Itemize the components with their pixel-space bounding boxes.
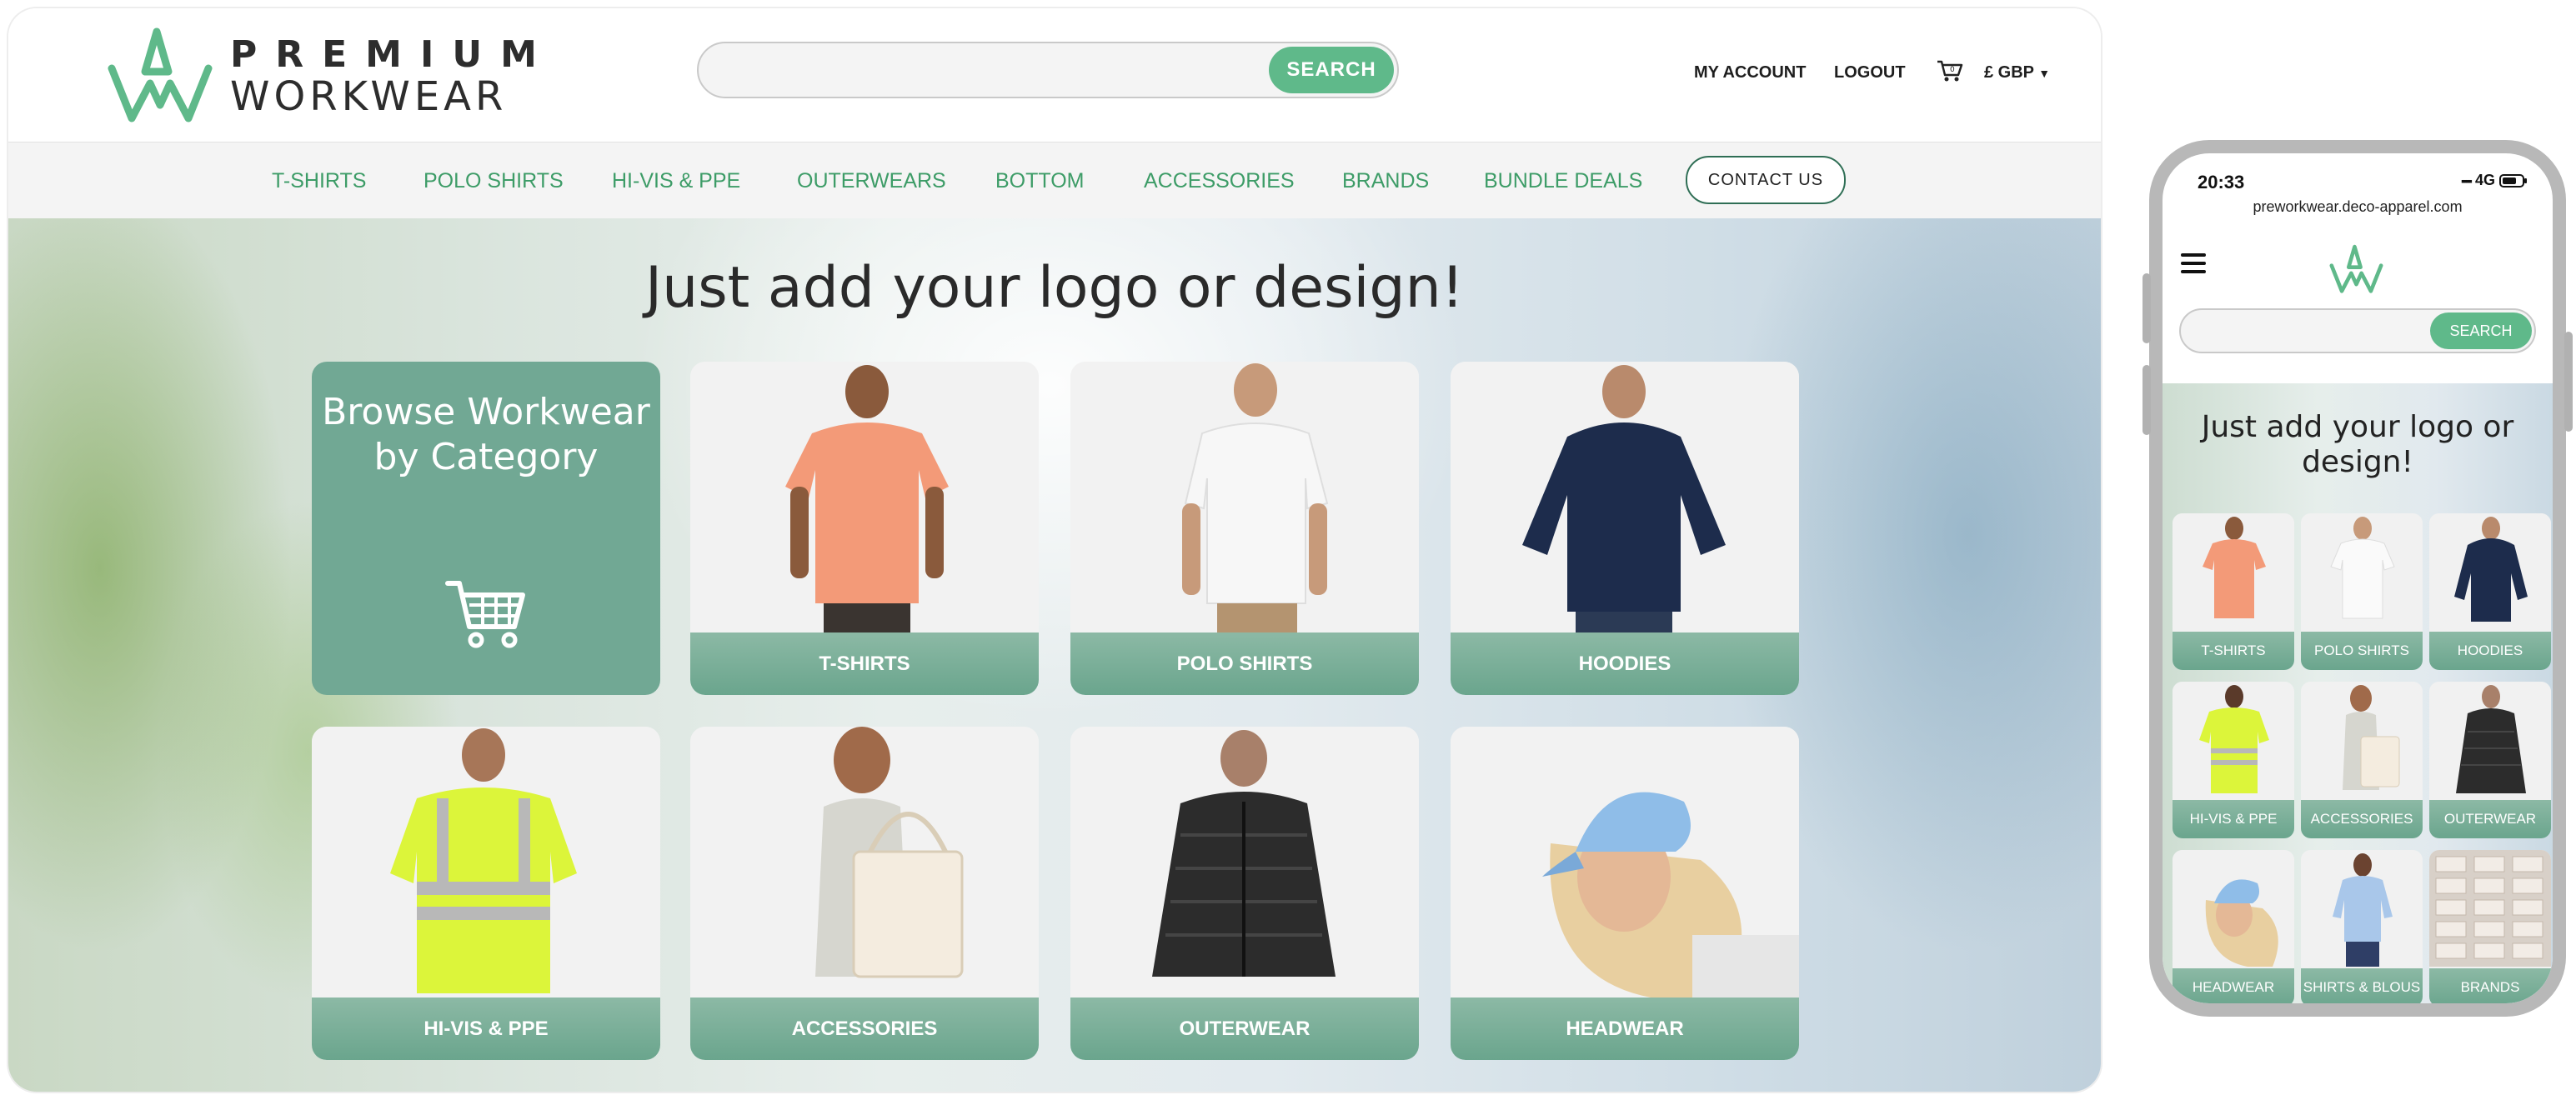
mobile-card-label: BRANDS bbox=[2429, 968, 2551, 1003]
site-logo[interactable]: PREMIUM WORKWEAR bbox=[107, 25, 537, 129]
t-shirt-model-image bbox=[690, 362, 1039, 632]
category-label: ACCESSORIES bbox=[690, 998, 1039, 1060]
hamburger-menu-icon[interactable] bbox=[2181, 252, 2209, 275]
status-time: 20:33 bbox=[2198, 172, 2245, 192]
mobile-logo-icon[interactable] bbox=[2328, 243, 2386, 297]
phone-side-button bbox=[2142, 273, 2151, 343]
brands-thumb-image bbox=[2429, 850, 2551, 967]
category-label: OUTERWEAR bbox=[1070, 998, 1419, 1060]
category-label: T-SHIRTS bbox=[690, 632, 1039, 695]
category-card-polo-shirts[interactable]: POLO SHIRTS bbox=[1070, 362, 1419, 695]
browse-text: Browse Workwear by Category bbox=[322, 391, 650, 478]
nav-item-polo-shirts[interactable]: POLO SHIRTS bbox=[423, 169, 564, 193]
phone-power-button bbox=[2564, 332, 2573, 432]
mobile-card-label: HOODIES bbox=[2429, 632, 2551, 670]
hi-vis-thumb-image bbox=[2173, 682, 2294, 798]
mobile-card-headwear[interactable]: HEADWEAR bbox=[2173, 850, 2294, 1003]
mobile-card-label: ACCESSORIES bbox=[2301, 800, 2423, 838]
mobile-search-button[interactable]: SEARCH bbox=[2430, 312, 2532, 349]
mobile-card-polo-shirts[interactable]: POLO SHIRTS bbox=[2301, 513, 2423, 670]
category-card-hoodies[interactable]: HOODIES bbox=[1451, 362, 1799, 695]
mobile-card-label: OUTERWEAR bbox=[2429, 800, 2551, 838]
nav-item-bottom[interactable]: BOTTOM bbox=[995, 169, 1084, 193]
category-card-headwear[interactable]: HEADWEAR bbox=[1451, 727, 1799, 1060]
cap-model-image bbox=[1451, 727, 1799, 998]
mobile-card-outerwear[interactable]: OUTERWEAR bbox=[2429, 682, 2551, 838]
t-shirt-thumb-image bbox=[2173, 513, 2294, 630]
polo-model-image bbox=[1070, 362, 1419, 632]
mobile-card-label: HI-VIS & PPE bbox=[2173, 800, 2294, 838]
logout-link[interactable]: LOGOUT bbox=[1834, 63, 1906, 82]
search-bar: SEARCH bbox=[697, 42, 1399, 98]
hero-section: Just add your logo or design! Browse Wor… bbox=[8, 218, 2101, 1092]
mobile-card-label: POLO SHIRTS bbox=[2301, 632, 2423, 670]
phone-side-button bbox=[2142, 365, 2151, 435]
category-label: HI-VIS & PPE bbox=[312, 998, 660, 1060]
mobile-card-label: HEADWEAR bbox=[2173, 968, 2294, 1003]
mobile-card-label: SHIRTS & BLOUS bbox=[2301, 968, 2423, 1003]
category-card-t-shirts[interactable]: T-SHIRTS bbox=[690, 362, 1039, 695]
nav-item-brands[interactable]: BRANDS bbox=[1342, 169, 1429, 193]
site-header: PREMIUM WORKWEAR SEARCH MY ACCOUNT LOGOU… bbox=[8, 8, 2101, 142]
hoodie-thumb-image bbox=[2429, 513, 2551, 630]
mobile-card-t-shirts[interactable]: T-SHIRTS bbox=[2173, 513, 2294, 670]
mobile-card-label: T-SHIRTS bbox=[2173, 632, 2294, 670]
jacket-thumb-image bbox=[2429, 682, 2551, 798]
main-nav: T-SHIRTS POLO SHIRTS HI-VIS & PPE OUTERW… bbox=[8, 142, 2101, 220]
mobile-card-accessories[interactable]: ACCESSORIES bbox=[2301, 682, 2423, 838]
mobile-search-bar: SEARCH bbox=[2179, 308, 2536, 353]
mobile-hero: Just add your logo or design! T-SHIRTS P… bbox=[2163, 383, 2553, 1003]
logo-word-premium: PREMIUM bbox=[230, 33, 555, 76]
tote-thumb-image bbox=[2301, 682, 2423, 798]
shopping-cart-icon bbox=[445, 581, 525, 648]
nav-item-t-shirts[interactable]: T-SHIRTS bbox=[272, 169, 366, 193]
search-button[interactable]: SEARCH bbox=[1269, 47, 1394, 93]
battery-icon bbox=[2499, 174, 2527, 188]
category-card-outerwear[interactable]: OUTERWEAR bbox=[1070, 727, 1419, 1060]
category-card-accessories[interactable]: ACCESSORIES bbox=[690, 727, 1039, 1060]
nav-item-hi-vis-ppe[interactable]: HI-VIS & PPE bbox=[612, 169, 740, 193]
contact-us-button[interactable]: CONTACT US bbox=[1686, 156, 1846, 204]
currency-selector[interactable]: £ GBP ▼ bbox=[1984, 63, 2050, 82]
category-label: HOODIES bbox=[1451, 632, 1799, 695]
tote-bag-model-image bbox=[690, 727, 1039, 998]
logo-word-workwear: WORKWEAR bbox=[230, 73, 508, 120]
currency-label: £ GBP bbox=[1984, 63, 2034, 82]
mobile-card-hoodies[interactable]: HOODIES bbox=[2429, 513, 2551, 670]
mobile-screen: 20:33 ▪▪▪▪ 4G preworkwear.deco-apparel.c… bbox=[2163, 153, 2553, 1003]
polo-thumb-image bbox=[2301, 513, 2423, 630]
nav-item-outerwears[interactable]: OUTERWEARS bbox=[797, 169, 946, 193]
my-account-link[interactable]: MY ACCOUNT bbox=[1694, 63, 1806, 82]
jacket-model-image bbox=[1070, 727, 1419, 998]
cap-thumb-image bbox=[2173, 850, 2294, 967]
chevron-down-icon: ▼ bbox=[2038, 67, 2051, 80]
search-input[interactable] bbox=[715, 52, 1269, 90]
hero-title: Just add your logo or design! bbox=[645, 255, 1464, 321]
shirt-thumb-image bbox=[2301, 850, 2423, 967]
browser-url[interactable]: preworkwear.deco-apparel.com bbox=[2163, 198, 2553, 216]
category-label: HEADWEAR bbox=[1451, 998, 1799, 1060]
browse-category-tile: Browse Workwear by Category bbox=[312, 362, 660, 695]
logo-mark-icon bbox=[108, 28, 213, 122]
status-bar: ▪▪▪▪ 4G bbox=[2461, 172, 2528, 189]
mobile-header: SEARCH bbox=[2163, 225, 2553, 385]
category-card-hi-vis-ppe[interactable]: HI-VIS & PPE bbox=[312, 727, 660, 1060]
cart-icon[interactable]: 0 bbox=[1936, 58, 1964, 83]
hi-vis-model-image bbox=[312, 727, 660, 998]
category-label: POLO SHIRTS bbox=[1070, 632, 1419, 695]
mobile-phone-frame: 20:33 ▪▪▪▪ 4G preworkwear.deco-apparel.c… bbox=[2142, 140, 2573, 1017]
desktop-page: PREMIUM WORKWEAR SEARCH MY ACCOUNT LOGOU… bbox=[8, 8, 2101, 1092]
network-label: 4G bbox=[2474, 172, 2495, 188]
mobile-card-brands[interactable]: BRANDS bbox=[2429, 850, 2551, 1003]
mobile-card-hi-vis-ppe[interactable]: HI-VIS & PPE bbox=[2173, 682, 2294, 838]
mobile-hero-title: Just add your logo or design! bbox=[2201, 410, 2514, 479]
mobile-card-shirts-blouses[interactable]: SHIRTS & BLOUS bbox=[2301, 850, 2423, 1003]
signal-icon: ▪▪▪▪ bbox=[2461, 174, 2473, 188]
svg-text:0: 0 bbox=[1950, 66, 1955, 74]
hoodie-model-image bbox=[1451, 362, 1799, 632]
nav-item-bundle-deals[interactable]: BUNDLE DEALS bbox=[1484, 169, 1642, 193]
nav-item-accessories[interactable]: ACCESSORIES bbox=[1144, 169, 1295, 193]
